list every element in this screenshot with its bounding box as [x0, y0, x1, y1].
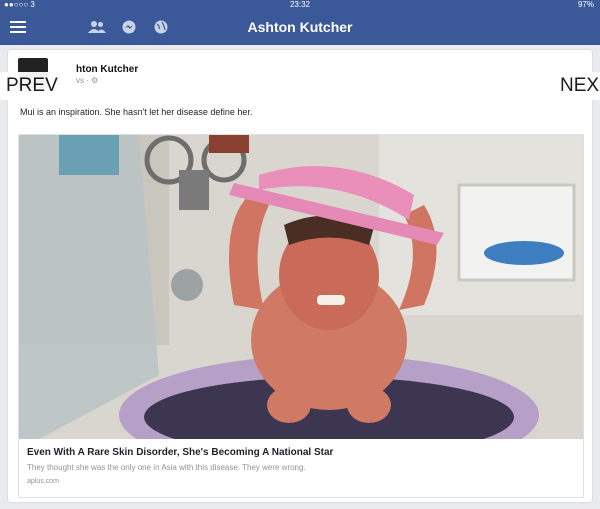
clock: 23:32	[289, 0, 311, 9]
link-domain: aplus.com	[27, 478, 59, 485]
messages-icon[interactable]	[118, 9, 140, 45]
next-button[interactable]: NEX	[556, 72, 600, 100]
link-description: They thought she was the only one in Asi…	[27, 463, 306, 472]
post-text: Mui is an inspiration. She hasn't let he…	[20, 107, 253, 117]
menu-icon[interactable]	[6, 9, 30, 45]
link-title[interactable]: Even With A Rare Skin Disorder, She's Be…	[27, 447, 333, 458]
status-bar: ●●○○○ 3 23:32 97%	[0, 0, 600, 9]
prev-button[interactable]: PREV	[0, 72, 74, 100]
post-card: hton Kutcher vs · ⚙ Mui is an inspiratio…	[8, 50, 592, 502]
globe-icon[interactable]	[150, 9, 172, 45]
friends-icon[interactable]	[86, 9, 108, 45]
top-nav-bar: Ashton Kutcher	[0, 9, 600, 45]
post-author[interactable]: hton Kutcher	[76, 64, 138, 75]
link-preview[interactable]: Even With A Rare Skin Disorder, She's Be…	[18, 134, 584, 498]
link-preview-image	[19, 135, 583, 475]
post-meta: vs · ⚙	[76, 76, 99, 85]
battery-indicator: 97%	[577, 0, 594, 9]
